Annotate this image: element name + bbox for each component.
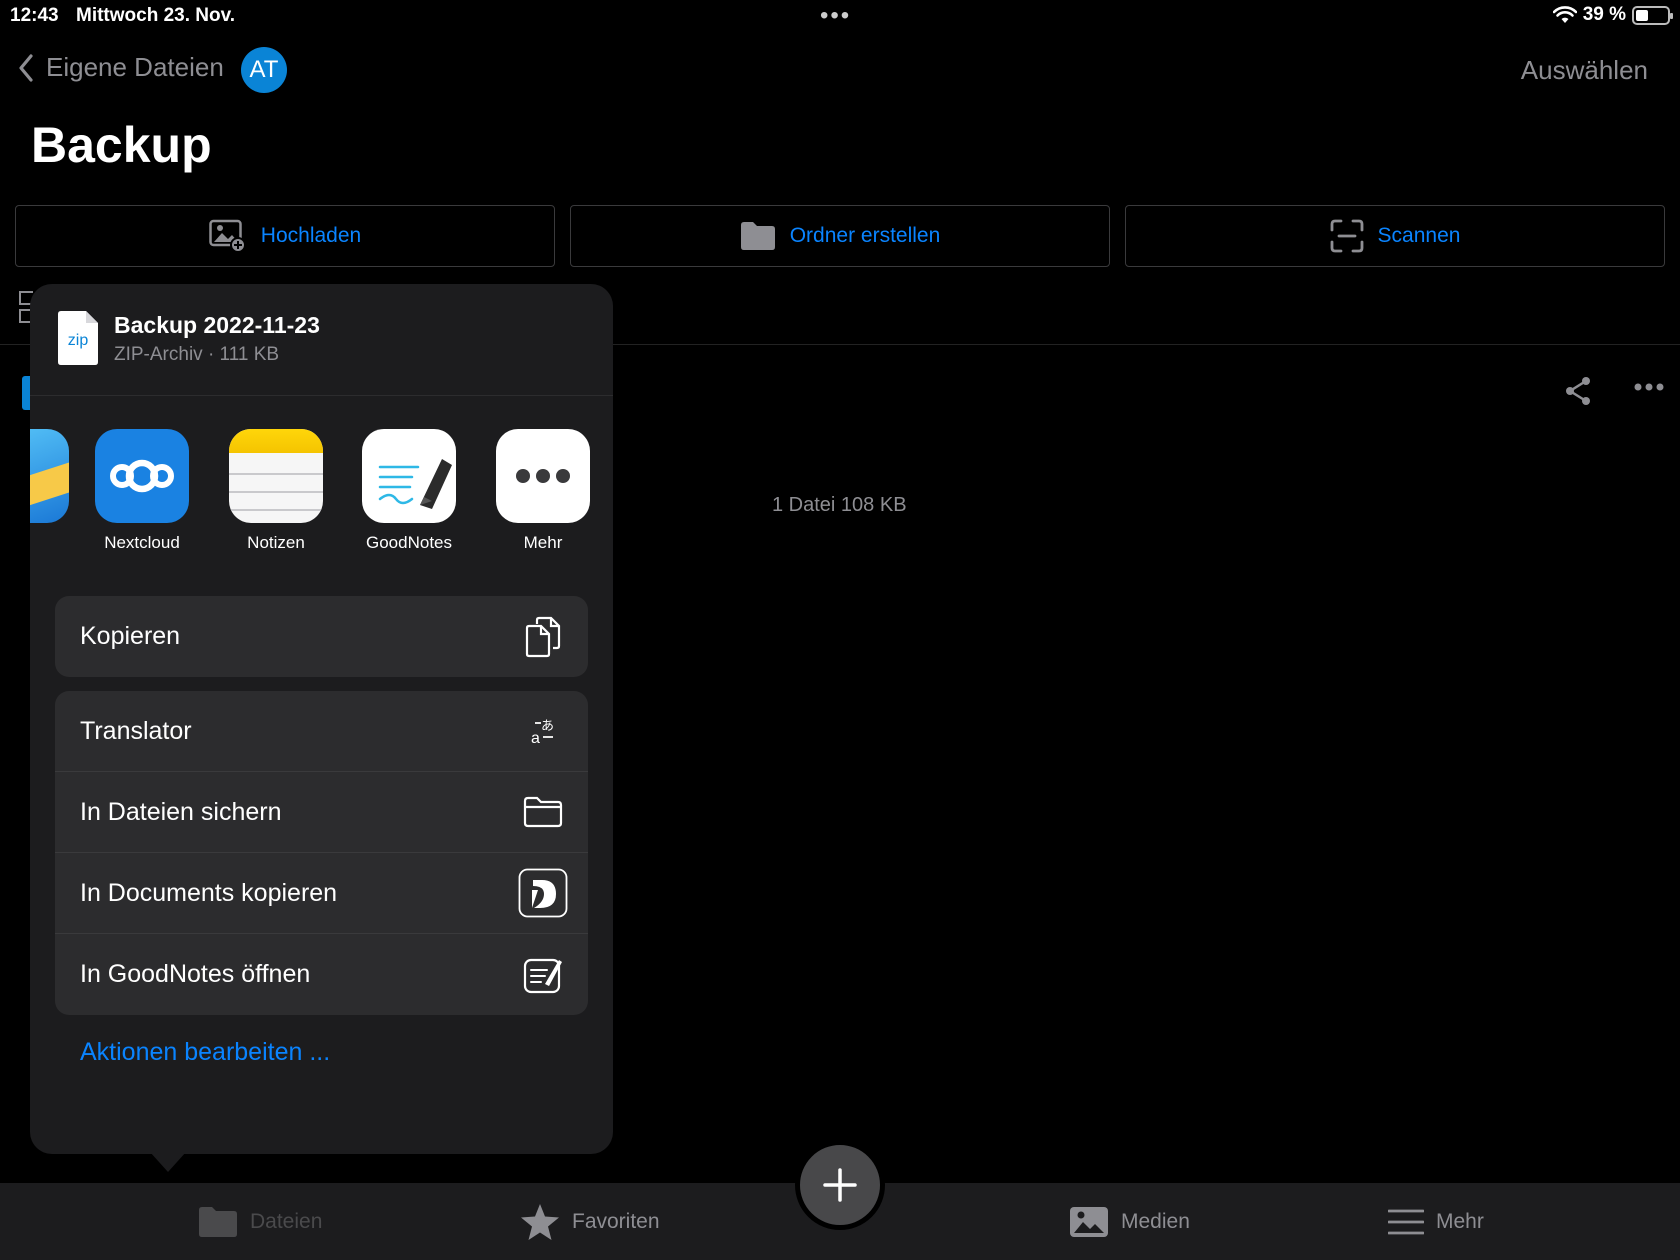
photo-icon [1070,1206,1108,1237]
share-file-header: zip Backup 2022-11-23 ZIP-Archiv · 111 K… [30,284,613,396]
share-apps-row: Nextcloud Notizen GoodNotes Mehr [30,429,613,559]
documents-app-icon [518,868,568,918]
goodnotes-icon [362,429,456,523]
save-to-files-action[interactable]: In Dateien sichern [55,772,588,853]
battery-percentage: 39 % [1582,4,1626,25]
share-app-more[interactable]: Mehr [483,429,603,553]
status-right: 39 % [1552,4,1673,26]
svg-text:a: a [531,730,540,745]
avatar[interactable]: AT [241,47,287,93]
upload-button[interactable]: Hochladen [15,205,555,267]
actions-group: Translator aあ In Dateien sichern In Docu… [55,691,588,1015]
upload-photo-icon [209,219,246,253]
share-icon[interactable] [1564,376,1592,406]
create-folder-button[interactable]: Ordner erstellen [570,205,1110,267]
tab-favorites[interactable]: Favoriten [520,1183,660,1260]
tab-files[interactable]: Dateien [198,1183,322,1260]
file-count: 1 Datei 108 KB [772,494,907,516]
star-icon [521,1203,559,1240]
multitasking-dots-icon[interactable]: ••• [820,2,851,30]
translate-icon: aあ [518,706,568,756]
copy-group: Kopieren [55,596,588,677]
battery-level [1636,9,1648,21]
page-title: Backup [31,117,212,173]
share-app-goodnotes[interactable]: GoodNotes [349,429,469,553]
copy-to-documents-action[interactable]: In Documents kopieren [55,853,588,934]
add-button[interactable] [795,1140,885,1230]
svg-text:あ: あ [541,719,554,734]
folder-outline-icon [518,787,568,837]
status-bar: 12:43 Mittwoch 23. Nov. ••• 39 % [0,0,1680,32]
plus-icon [823,1168,857,1202]
more-icon [496,429,590,523]
action-bar: Hochladen Ordner erstellen Scannen [15,205,1665,267]
back-label: Eigene Dateien [46,52,224,82]
chevron-left-icon [19,53,33,82]
share-sheet-arrow [150,1152,186,1172]
app-label: GoodNotes [366,533,452,552]
more-horizontal-icon[interactable] [1634,383,1664,391]
share-app-notes[interactable]: Notizen [216,429,336,553]
app-label: Nextcloud [104,533,180,552]
open-in-goodnotes-action[interactable]: In GoodNotes öffnen [55,934,588,1015]
action-label: In GoodNotes öffnen [80,960,311,988]
tab-more[interactable]: Mehr [1388,1183,1484,1260]
share-sheet: zip Backup 2022-11-23 ZIP-Archiv · 111 K… [30,284,613,1154]
battery-icon [1632,5,1673,25]
zip-file-type-label: zip [68,332,89,349]
scan-button[interactable]: Scannen [1125,205,1665,267]
folder-tab-icon [199,1206,237,1237]
status-date: Mittwoch 23. Nov. [76,5,236,26]
wifi-icon [1552,6,1577,23]
translator-action[interactable]: Translator aあ [55,691,588,772]
app-label: Mehr [523,533,563,552]
app-label: Notizen [247,533,305,552]
copy-action[interactable]: Kopieren [55,596,588,677]
folder-icon [740,222,775,250]
notes-icon [229,429,323,523]
action-label: Translator [80,716,192,745]
tab-files-label: Dateien [250,1209,323,1233]
copy-icon [518,612,568,662]
scan-label: Scannen [1377,224,1461,247]
tab-more-label: Mehr [1436,1209,1484,1233]
edit-actions-link[interactable]: Aktionen bearbeiten ... [80,1038,330,1067]
tab-favorites-label: Favoriten [572,1209,660,1233]
folder-thumbnail[interactable] [22,376,30,410]
scan-icon [1330,219,1363,253]
menu-icon [1388,1209,1424,1234]
action-label: In Documents kopieren [80,878,338,907]
action-label: In Dateien sichern [80,797,282,826]
share-app-nextcloud[interactable]: Nextcloud [82,429,202,553]
share-file-name: Backup 2022-11-23 [114,312,320,338]
zip-file-icon: zip [58,311,98,365]
nextcloud-icon [95,429,189,523]
app-partial-icon [30,429,69,523]
tab-media-label: Medien [1121,1209,1190,1233]
back-button[interactable]: Eigene Dateien [18,52,224,83]
create-folder-label: Ordner erstellen [789,224,941,247]
status-time: 12:43 [10,5,59,26]
share-file-meta: ZIP-Archiv · 111 KB [114,344,280,365]
tab-media[interactable]: Medien [1069,1183,1190,1260]
goodnotes-open-icon [518,950,568,1000]
upload-label: Hochladen [260,224,362,247]
select-button[interactable]: Auswählen [1521,55,1648,86]
share-app-partial[interactable] [30,429,82,523]
copy-label: Kopieren [80,622,181,650]
